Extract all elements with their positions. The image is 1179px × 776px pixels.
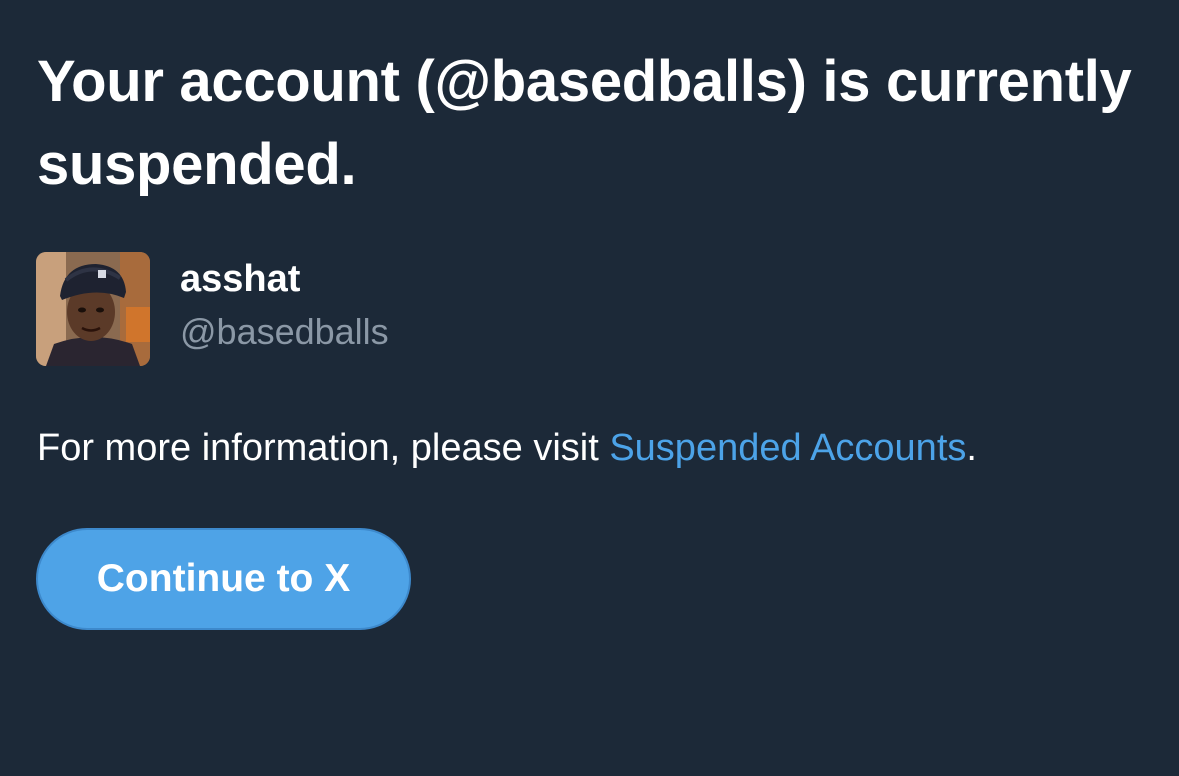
continue-button[interactable]: Continue to X [36,528,411,630]
display-name: asshat [180,258,301,300]
user-handle: @basedballs [180,311,389,352]
avatar-image [36,252,150,366]
suspension-screen: Your account (@basedballs) is currently … [0,0,1179,776]
profile-card: asshat @basedballs [36,252,389,366]
page-title: Your account (@basedballs) is currently … [37,49,1132,197]
info-message: For more information, please visit Suspe… [37,422,977,474]
suspended-accounts-link[interactable]: Suspended Accounts [609,427,966,469]
info-text: For more information, please visit [37,427,610,469]
info-period: . [966,427,977,469]
profile-identity: asshat @basedballs [180,252,389,354]
avatar [36,252,150,366]
